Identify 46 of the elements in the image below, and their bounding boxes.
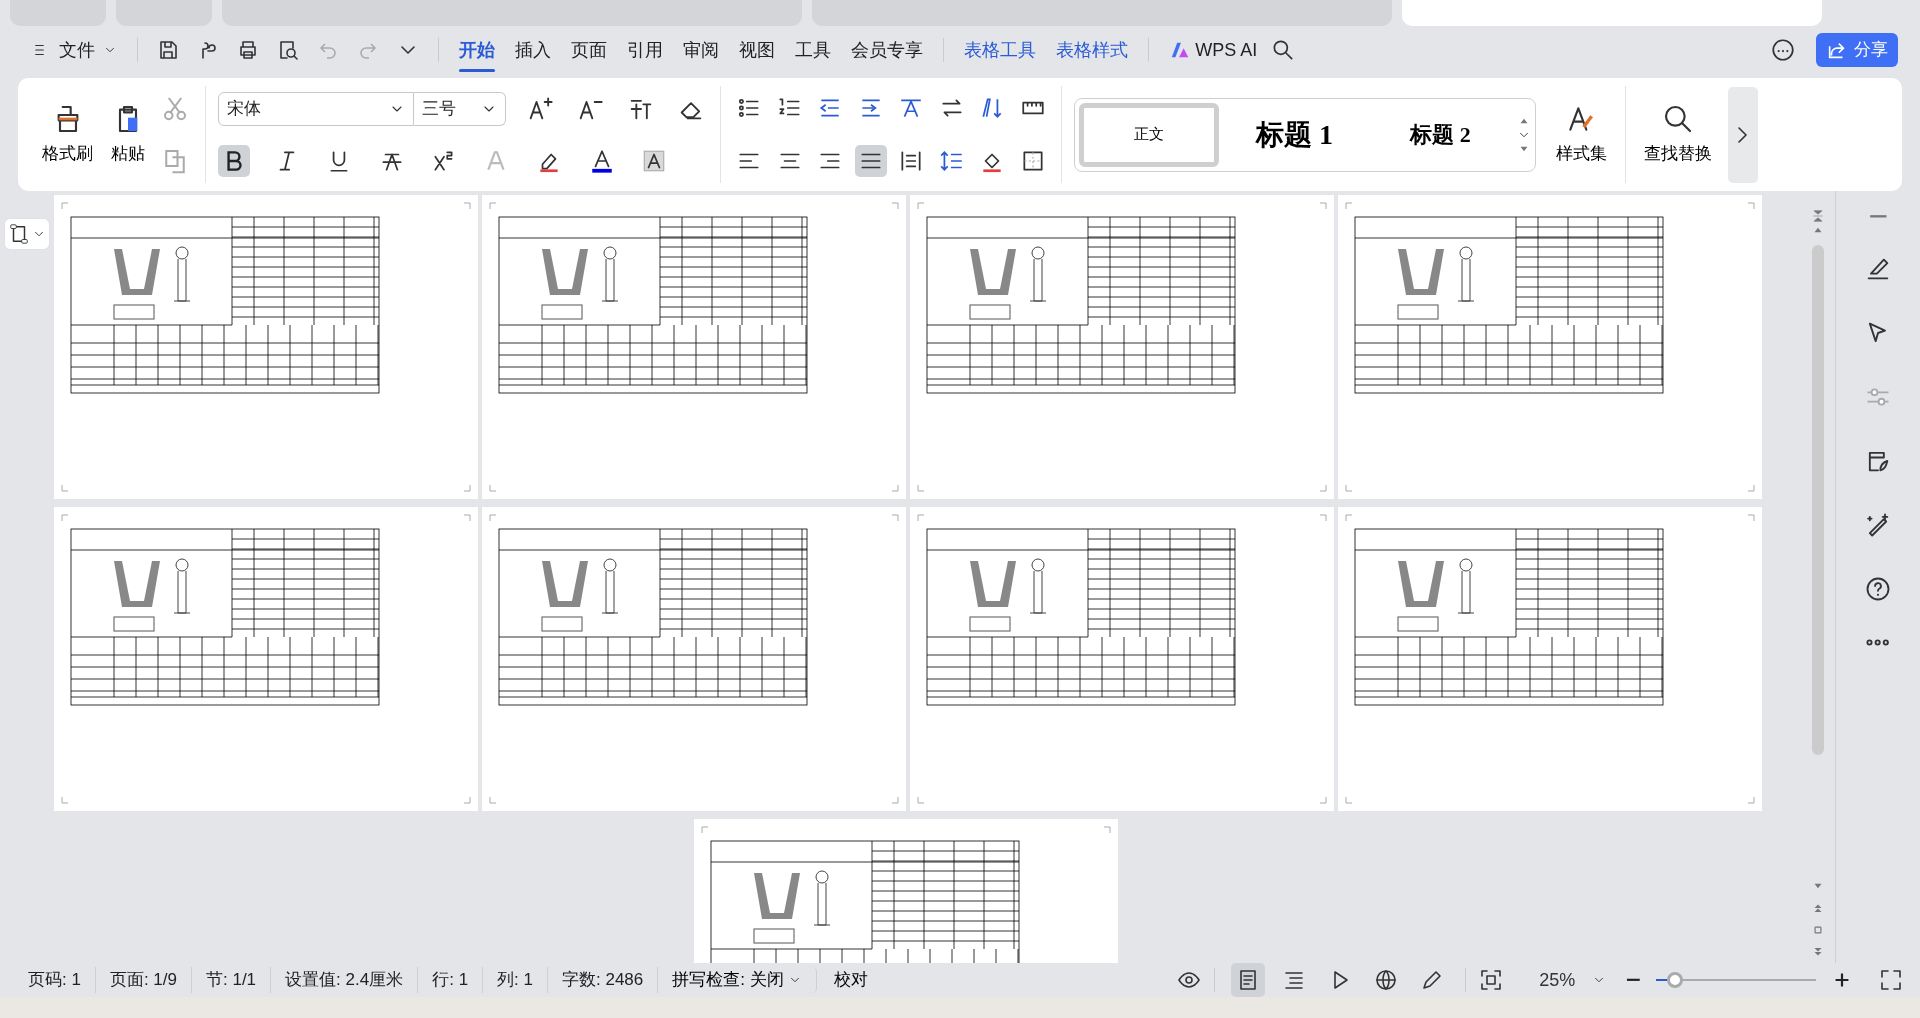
ribbon-tab[interactable]: 表格工具	[954, 32, 1046, 68]
fullscreen-icon	[1879, 968, 1903, 992]
status-text: 页面: 1/9	[95, 967, 192, 993]
spell-check-button[interactable]: 拼写检查: 关闭	[658, 967, 817, 993]
wps-ai-button[interactable]: WPS AI	[1159, 32, 1268, 68]
minus-icon	[1626, 978, 1641, 982]
cloud-icon	[1770, 37, 1796, 63]
align-button[interactable]	[854, 144, 887, 177]
file-menu[interactable]: 文件	[22, 32, 127, 68]
fit-icon	[1479, 968, 1504, 992]
minus-icon	[1868, 214, 1888, 219]
status-text: 行: 1	[418, 967, 484, 993]
ribbon-tab[interactable]: 引用	[617, 32, 673, 68]
scrollbar-thumb[interactable]	[1811, 245, 1824, 755]
status-text: 节: 1/1	[192, 967, 272, 993]
status-text: 页码: 1	[14, 967, 96, 993]
ribbon-tab[interactable]: 插入	[505, 32, 561, 68]
font-size-field[interactable]: 三号	[414, 91, 506, 126]
format-painter-button[interactable]: 格式刷	[36, 100, 99, 169]
chevron-right-icon	[1738, 126, 1747, 143]
more-icon	[1866, 638, 1890, 646]
share-button[interactable]: 分享	[1816, 33, 1898, 67]
bold-button[interactable]	[218, 145, 250, 178]
ribbon-tab[interactable]: 视图	[729, 32, 785, 68]
proofread-button[interactable]: 校对	[830, 964, 871, 996]
text-cursor-icon	[8, 223, 30, 245]
ribbon-tab[interactable]: 表格样式	[1046, 32, 1138, 68]
status-text: 字数: 2486	[548, 967, 659, 993]
style-option[interactable]: 正文	[1078, 102, 1219, 167]
globe-icon	[1374, 968, 1399, 992]
page-view-button[interactable]	[1231, 963, 1266, 997]
font-name-field[interactable]: 宋体	[218, 91, 414, 126]
status-text: 列: 1	[483, 967, 548, 993]
status-text: 设置值: 2.4厘米	[271, 967, 419, 993]
select-handle[interactable]	[4, 218, 50, 250]
ribbon-tab[interactable]: 页面	[561, 32, 617, 68]
ribbon-tab[interactable]: 审阅	[673, 32, 729, 68]
style-set-button[interactable]: 样式集	[1549, 100, 1613, 169]
zoom-slider[interactable]	[1656, 972, 1816, 988]
slider-thumb[interactable]	[1667, 972, 1684, 988]
ribbon-tab[interactable]: 会员专享	[841, 32, 933, 68]
find-replace-button[interactable]: 查找替换	[1637, 100, 1718, 169]
ribbon-tab[interactable]: 工具	[785, 32, 841, 68]
split-handle-icon	[1810, 209, 1825, 223]
zoom-dropdown[interactable]: 25%	[1536, 963, 1610, 997]
paste-button[interactable]: 粘贴	[105, 100, 151, 169]
